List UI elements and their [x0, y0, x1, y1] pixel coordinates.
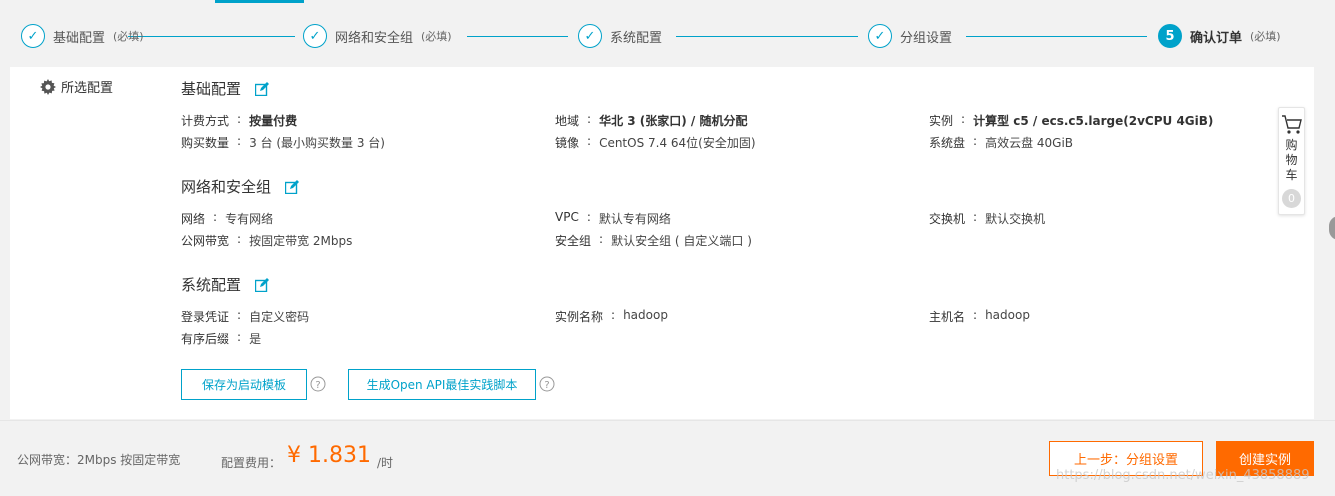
help-icon[interactable]: ?: [539, 376, 555, 392]
step-required-note: (必填): [1250, 30, 1281, 43]
public-bandwidth: 公网带宽: 按固定带宽 2Mbps: [181, 232, 353, 248]
field-key: 镜像: [555, 136, 580, 150]
check-icon: ✓: [21, 24, 45, 48]
field-value: 默认安全组 ( 自定义端口 ): [611, 234, 752, 248]
field-value: CentOS 7.4 64位(安全加固): [599, 136, 756, 150]
step-group-settings[interactable]: ✓ 分组设置: [868, 22, 952, 50]
field-value: 按量付费: [249, 114, 298, 128]
edit-icon[interactable]: [255, 81, 270, 96]
page: ✓ 基础配置 (必填) ✓ 网络和安全组 (必填) ✓ 系统配置 ✓ 分组设置 …: [0, 0, 1335, 496]
instance-type: 实例: 计算型 c5 / ecs.c5.large(2vCPU 4GiB): [929, 112, 1214, 128]
step-connector: [966, 36, 1147, 37]
step-connector: [676, 36, 858, 37]
system-disk: 系统盘: 高效云盘 40GiB: [929, 134, 1074, 150]
check-icon: ✓: [578, 24, 602, 48]
network-security-title: 网络和安全组: [181, 176, 300, 197]
instance-name: 实例名称: hadoop: [555, 308, 668, 324]
shopping-cart[interactable]: 购物车 0: [1278, 107, 1305, 215]
field-value: hadoop: [623, 308, 668, 322]
field-value: 默认专有网络: [598, 212, 671, 226]
field-key: 安全组: [555, 234, 592, 248]
field-value: 高效云盘 40GiB: [985, 136, 1074, 150]
field-key: 购买数量: [181, 136, 230, 150]
check-icon: ✓: [868, 24, 892, 48]
field-value: 是: [249, 332, 262, 346]
step-label: 系统配置: [610, 30, 663, 46]
watermark: https://blog.csdn.net/weixin_43858889: [1056, 468, 1310, 483]
generate-openapi-button[interactable]: 生成Open API最佳实践脚本: [348, 369, 536, 400]
selected-config-card: 所选配置 基础配置 计费方式: 按量付费 地域: 华北 3 (张家口) / 随机分配…: [10, 67, 1314, 419]
cart-icon: [1281, 115, 1302, 134]
security-group: 安全组: 默认安全组 ( 自定义端口 ): [555, 232, 752, 248]
field-key: 公网带宽: [181, 234, 230, 248]
gear-icon: [40, 78, 56, 95]
step-network-security[interactable]: ✓ 网络和安全组 (必填): [303, 22, 452, 50]
order-footer: 公网带宽：2Mbps 按固定带宽 配置费用： ¥ 1.831 /时 上一步：分组…: [0, 420, 1335, 496]
svg-text:?: ?: [544, 380, 549, 391]
billing-method: 计费方式: 按量付费: [181, 112, 298, 128]
field-value: 默认交换机: [985, 212, 1046, 226]
edit-icon[interactable]: [255, 277, 270, 292]
side-handle[interactable]: [1329, 216, 1335, 240]
field-key: 有序后缀: [181, 332, 230, 346]
help-icon[interactable]: ?: [310, 376, 326, 392]
field-value: 按固定带宽 2Mbps: [249, 234, 353, 248]
field-key: 登录凭证: [181, 310, 230, 324]
step-label: 网络和安全组: [335, 30, 414, 46]
field-key: 计费方式: [181, 114, 230, 128]
save-template-button[interactable]: 保存为启动模板: [181, 369, 307, 400]
step-number: 5: [1158, 24, 1182, 48]
step-required-note: (必填): [113, 30, 144, 43]
system-config-title: 系统配置: [181, 274, 270, 295]
vpc: VPC: 默认专有网络: [555, 210, 671, 226]
steps-bar: ✓ 基础配置 (必填) ✓ 网络和安全组 (必填) ✓ 系统配置 ✓ 分组设置 …: [0, 3, 1335, 67]
fee-unit: /时: [377, 456, 394, 470]
side-title-text: 所选配置: [61, 81, 114, 96]
bandwidth-summary: 公网带宽：2Mbps 按固定带宽: [17, 453, 181, 467]
selected-config-heading: 所选配置: [40, 77, 113, 96]
field-value: 计算型 c5 / ecs.c5.large(2vCPU 4GiB): [973, 114, 1214, 128]
field-key: 地域: [555, 114, 580, 128]
field-key: 实例: [929, 114, 954, 128]
image: 镜像: CentOS 7.4 64位(安全加固): [555, 134, 756, 150]
step-label: 分组设置: [900, 30, 953, 46]
fee-label: 配置费用：: [221, 456, 282, 470]
cart-label: 购物车: [1285, 138, 1298, 182]
step-connector: [128, 36, 295, 37]
check-icon: ✓: [303, 24, 327, 48]
svg-text:?: ?: [315, 380, 320, 391]
field-key: VPC: [555, 210, 579, 224]
fee-price: ¥ 1.831: [287, 443, 371, 468]
purchase-quantity: 购买数量:3 台 (最小购买数量 3 台): [181, 134, 385, 150]
field-value: 自定义密码: [249, 310, 310, 324]
field-key: 交换机: [929, 212, 966, 226]
section-title-text: 系统配置: [181, 276, 242, 294]
field-value: 华北 3 (张家口) / 随机分配: [599, 114, 748, 128]
section-title-text: 基础配置: [181, 80, 242, 98]
basic-config-title: 基础配置: [181, 78, 270, 99]
edit-icon[interactable]: [285, 179, 300, 194]
vswitch: 交换机: 默认交换机: [929, 210, 1046, 226]
region: 地域: 华北 3 (张家口) / 随机分配: [555, 112, 748, 128]
hostname: 主机名: hadoop: [929, 308, 1030, 324]
field-key: 实例名称: [555, 310, 604, 324]
step-confirm-order: 5 确认订单 (必填): [1158, 22, 1281, 50]
step-label: 确认订单: [1190, 30, 1243, 46]
login-credential: 登录凭证: 自定义密码: [181, 308, 310, 324]
section-title-text: 网络和安全组: [181, 178, 272, 196]
field-value: 专有网络: [225, 212, 274, 226]
step-connector: [467, 36, 568, 37]
ordered-suffix: 有序后缀: 是: [181, 330, 262, 346]
field-value: hadoop: [985, 308, 1030, 322]
step-required-note: (必填): [421, 30, 452, 43]
field-key: 系统盘: [929, 136, 966, 150]
step-system-config[interactable]: ✓ 系统配置: [578, 22, 662, 50]
cart-count-badge: 0: [1282, 189, 1301, 208]
step-basic-config[interactable]: ✓ 基础配置 (必填): [21, 22, 144, 50]
field-key: 网络: [181, 212, 206, 226]
step-label: 基础配置: [53, 30, 106, 46]
field-key: 主机名: [929, 310, 966, 324]
field-value: 3 台 (最小购买数量 3 台): [249, 136, 385, 150]
network-type: 网络: 专有网络: [181, 210, 274, 226]
